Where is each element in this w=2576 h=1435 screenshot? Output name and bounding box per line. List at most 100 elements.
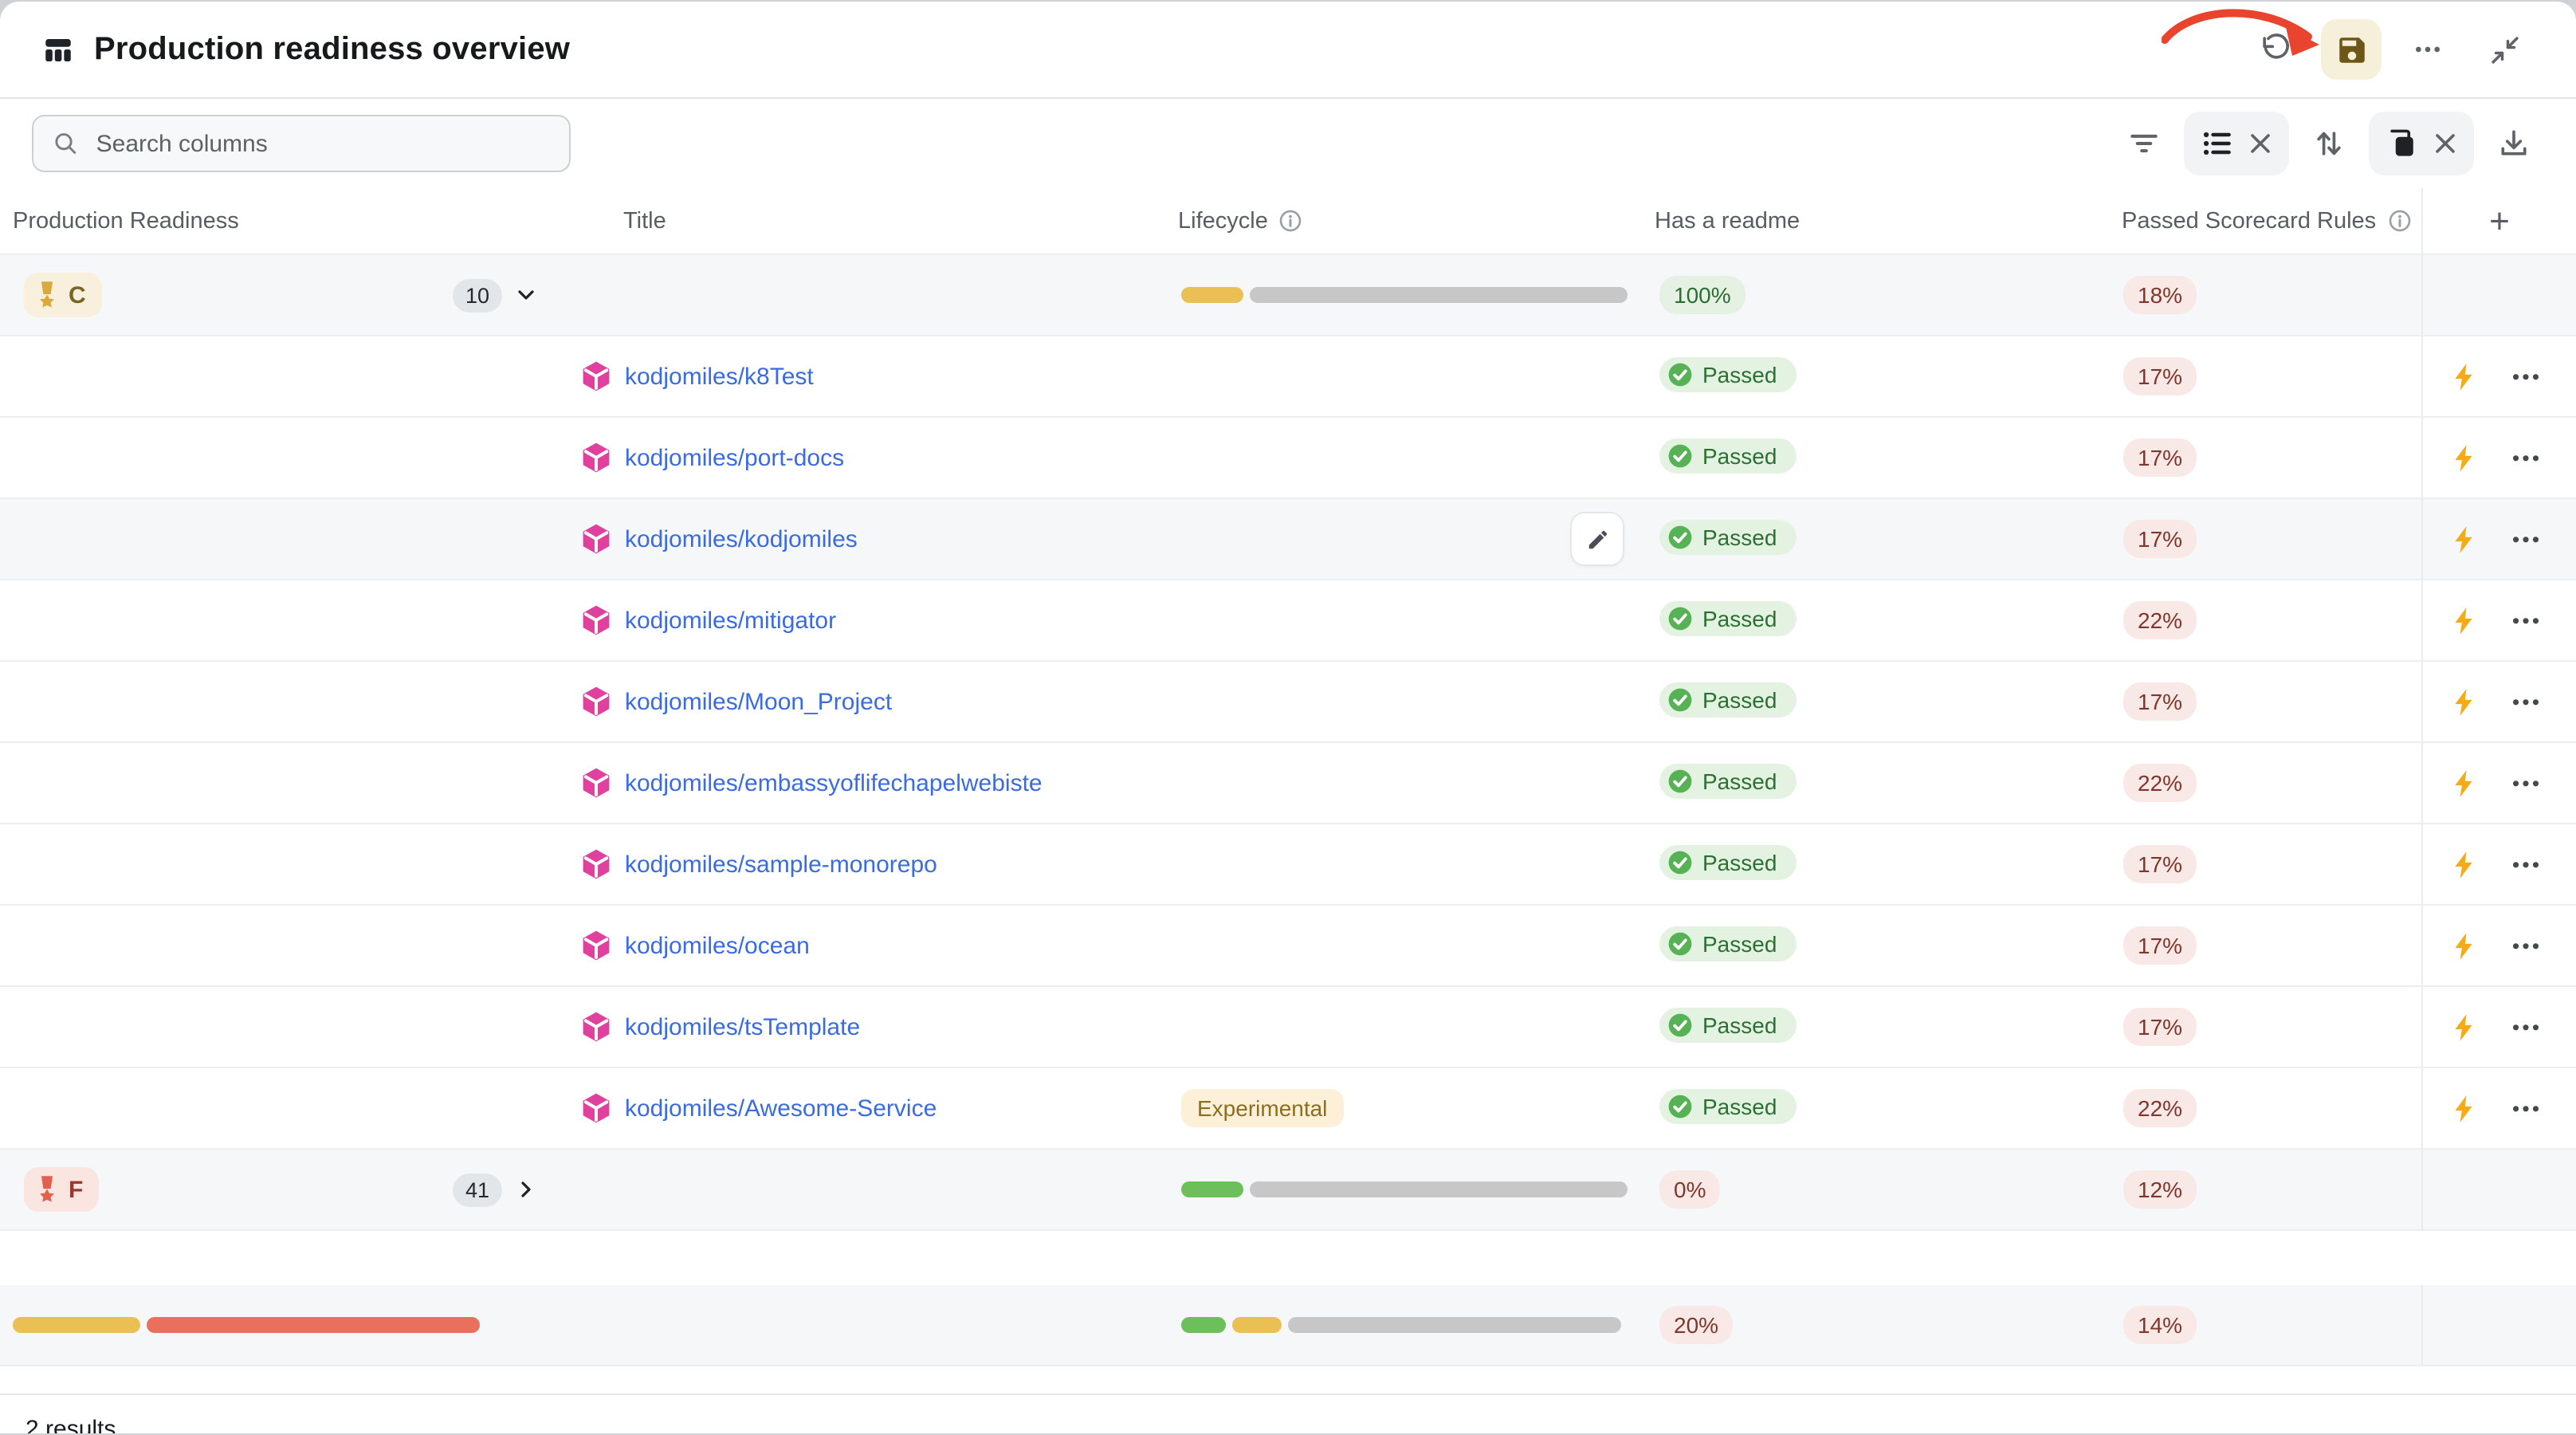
search-icon xyxy=(53,129,79,158)
info-icon[interactable] xyxy=(2387,209,2411,233)
passed-badge: Passed xyxy=(1659,682,1796,718)
column-production-readiness[interactable]: Production Readiness xyxy=(0,208,574,234)
lightning-icon xyxy=(2450,361,2477,391)
passed-badge: Passed xyxy=(1659,764,1796,799)
scorecard-pill: 17% xyxy=(2123,1008,2197,1046)
chevron-right-icon[interactable] xyxy=(513,1177,539,1202)
scorecard-pill: 17% xyxy=(2123,682,2197,721)
clear-group-by-button[interactable] xyxy=(2248,131,2273,156)
group-by-list-icon xyxy=(2200,126,2235,161)
download-button[interactable] xyxy=(2487,116,2541,171)
row-menu-button[interactable] xyxy=(2512,454,2539,462)
filter-icon xyxy=(2126,126,2162,161)
package-icon xyxy=(580,767,612,799)
run-action-button[interactable] xyxy=(2450,605,2477,635)
column-title[interactable]: Title xyxy=(574,208,1167,234)
check-circle-icon xyxy=(1667,769,1693,794)
ellipsis-icon xyxy=(2512,535,2539,543)
table-toolbar xyxy=(0,99,2576,188)
row-menu-button[interactable] xyxy=(2512,1104,2539,1112)
lifecycle-bar xyxy=(1181,1181,1628,1197)
lightning-icon xyxy=(2450,768,2477,798)
passed-badge: Passed xyxy=(1659,1008,1796,1043)
scorecard-pill: 17% xyxy=(2123,520,2197,558)
results-count: 2 results xyxy=(26,1416,116,1433)
run-action-button[interactable] xyxy=(2450,361,2477,391)
group-count[interactable]: 10 xyxy=(453,278,502,312)
group-count[interactable]: 41 xyxy=(453,1173,502,1206)
row-menu-button[interactable] xyxy=(2512,698,2539,706)
entity-link[interactable]: kodjomiles/embassyoflifechapelwebiste xyxy=(625,769,1043,796)
row-menu-button[interactable] xyxy=(2512,535,2539,543)
filter-button[interactable] xyxy=(2117,116,2171,171)
collapse-icon xyxy=(2488,33,2521,66)
run-action-button[interactable] xyxy=(2450,768,2477,798)
collapse-button[interactable] xyxy=(2474,19,2535,80)
check-circle-icon xyxy=(1667,443,1693,469)
scorecard-pill: 12% xyxy=(2123,1170,2197,1209)
medal-icon xyxy=(37,281,57,309)
check-circle-icon xyxy=(1667,362,1693,387)
group-row: C 10 100% 18% xyxy=(0,255,2576,336)
entity-link[interactable]: kodjomiles/kodjomiles xyxy=(625,525,858,552)
run-action-button[interactable] xyxy=(2450,442,2477,473)
readme-pill: 100% xyxy=(1659,276,1745,314)
run-action-button[interactable] xyxy=(2450,1012,2477,1042)
entity-link[interactable]: kodjomiles/ocean xyxy=(625,932,810,959)
add-column-button[interactable]: + xyxy=(2421,188,2576,254)
table-row: kodjomiles/k8Test Passed 17% xyxy=(0,336,2576,418)
run-action-button[interactable] xyxy=(2450,1093,2477,1123)
chevron-down-icon[interactable] xyxy=(513,282,539,308)
scorecard-pill: 22% xyxy=(2123,764,2197,802)
more-options-button[interactable] xyxy=(2397,19,2458,80)
scorecard-summary-pill: 14% xyxy=(2123,1306,2197,1344)
row-menu-button[interactable] xyxy=(2512,779,2539,787)
copy-view-button[interactable] xyxy=(2385,126,2420,161)
readme-pill: 0% xyxy=(1659,1170,1720,1209)
search-box[interactable] xyxy=(32,115,571,172)
info-icon[interactable] xyxy=(1279,209,1303,233)
passed-badge: Passed xyxy=(1659,601,1796,636)
row-menu-button[interactable] xyxy=(2512,1023,2539,1031)
entity-link[interactable]: kodjomiles/sample-monorepo xyxy=(625,851,937,878)
ellipsis-icon xyxy=(2512,616,2539,624)
run-action-button[interactable] xyxy=(2450,524,2477,554)
run-action-button[interactable] xyxy=(2450,849,2477,879)
ellipsis-icon xyxy=(2512,942,2539,949)
lightning-icon xyxy=(2450,605,2477,635)
row-menu-button[interactable] xyxy=(2512,860,2539,868)
scorecard-pill: 18% xyxy=(2123,276,2197,314)
run-action-button[interactable] xyxy=(2450,930,2477,961)
column-has-a-readme[interactable]: Has a readme xyxy=(1643,208,2111,234)
search-input[interactable] xyxy=(93,128,550,159)
sort-icon xyxy=(2311,126,2346,161)
passed-badge: Passed xyxy=(1659,520,1796,555)
column-lifecycle[interactable]: Lifecycle xyxy=(1167,208,1643,234)
row-menu-button[interactable] xyxy=(2512,942,2539,949)
run-action-button[interactable] xyxy=(2450,686,2477,717)
lifecycle-bar xyxy=(1181,287,1628,303)
package-icon xyxy=(580,686,612,718)
clear-copy-view-button[interactable] xyxy=(2433,131,2458,156)
group-by-button[interactable] xyxy=(2200,126,2235,161)
table-row: kodjomiles/ocean Passed 17% xyxy=(0,906,2576,987)
edit-lifecycle-button[interactable] xyxy=(1570,512,1624,566)
passed-badge: Passed xyxy=(1659,926,1796,961)
column-header-row: Production Readiness Title Lifecycle Has… xyxy=(0,188,2576,255)
entity-link[interactable]: kodjomiles/k8Test xyxy=(625,363,814,390)
entity-link[interactable]: kodjomiles/Moon_Project xyxy=(625,688,892,715)
row-menu-button[interactable] xyxy=(2512,372,2539,380)
undo-button[interactable] xyxy=(2244,19,2305,80)
row-menu-button[interactable] xyxy=(2512,616,2539,624)
ellipsis-icon xyxy=(2512,1104,2539,1112)
sort-button[interactable] xyxy=(2302,116,2356,171)
entity-link[interactable]: kodjomiles/tsTemplate xyxy=(625,1013,860,1040)
scorecard-pill: 17% xyxy=(2123,438,2197,477)
entity-link[interactable]: kodjomiles/port-docs xyxy=(625,444,844,471)
entity-link[interactable]: kodjomiles/mitigator xyxy=(625,607,836,634)
table-widget-icon xyxy=(41,33,75,66)
column-passed-scorecard-rules[interactable]: Passed Scorecard Rules xyxy=(2111,208,2421,234)
entity-link[interactable]: kodjomiles/Awesome-Service xyxy=(625,1095,937,1122)
undo-icon xyxy=(2257,32,2292,67)
save-button[interactable] xyxy=(2321,19,2382,80)
